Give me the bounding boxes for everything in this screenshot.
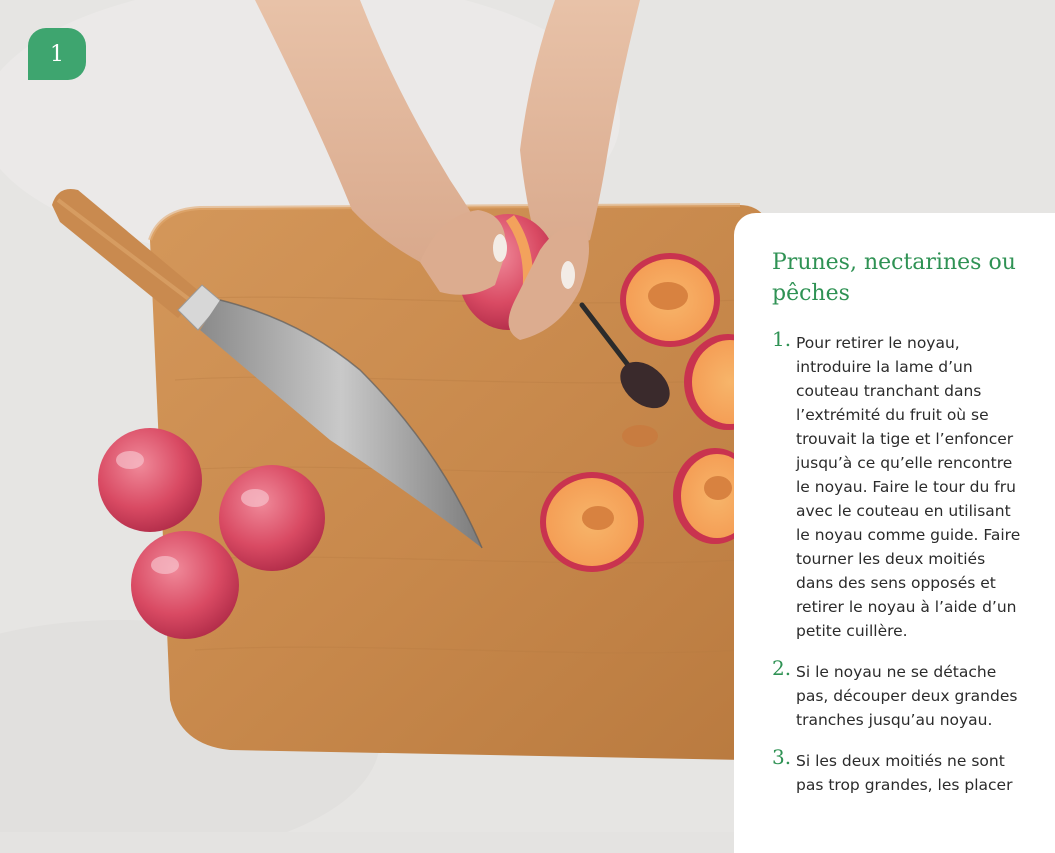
step-2-number: 2. — [772, 656, 792, 680]
step-number-badge: 1 — [28, 28, 86, 80]
step-1: 1. Pour retirer le noyau, introduire la … — [772, 327, 1055, 643]
step-text-line: Pour retirer le noyau, — [796, 334, 960, 352]
step-text-line: petite cuillère. — [796, 622, 908, 640]
panel-title: Prunes, nectarines ou pêches — [772, 250, 1016, 306]
step-text-line: tourner les deux moitiés — [796, 550, 986, 568]
step-text-line: l’extrémité du fruit où se — [796, 406, 989, 424]
step-text-line: pas, découper deux grandes — [796, 687, 1018, 705]
instructions-panel: Prunes, nectarines ou pêches 1. Pour ret… — [734, 213, 1055, 853]
step-3-number: 3. — [772, 745, 792, 769]
step-text-line: Si les deux moitiés ne sont — [796, 752, 1005, 770]
step-text-line: avec le couteau en utilisant — [796, 502, 1011, 520]
step-text-line: tranches jusqu’au noyau. — [796, 711, 993, 729]
step-text-line: dans des sens opposés et — [796, 574, 996, 592]
step-text-line: le noyau. Faire le tour du fru — [796, 478, 1016, 496]
step-text-line: Si le noyau ne se détache — [796, 663, 997, 681]
step-2: 2. Si le noyau ne se détache pas, découp… — [772, 656, 1055, 732]
step-text-line: pas trop grandes, les placer — [796, 776, 1013, 794]
step-1-number: 1. — [772, 327, 792, 351]
step-text-line: le noyau comme guide. Faire — [796, 526, 1021, 544]
step-text-line: introduire la lame d’un — [796, 358, 973, 376]
step-3: 3. Si les deux moitiés ne sont pas trop … — [772, 745, 1055, 797]
step-text-line: retirer le noyau à l’aide d’un — [796, 598, 1017, 616]
step-text-line: jusqu’à ce qu’elle rencontre — [796, 454, 1013, 472]
step-text-line: couteau tranchant dans — [796, 382, 982, 400]
step-text-line: trouvait la tige et l’enfoncer — [796, 430, 1014, 448]
